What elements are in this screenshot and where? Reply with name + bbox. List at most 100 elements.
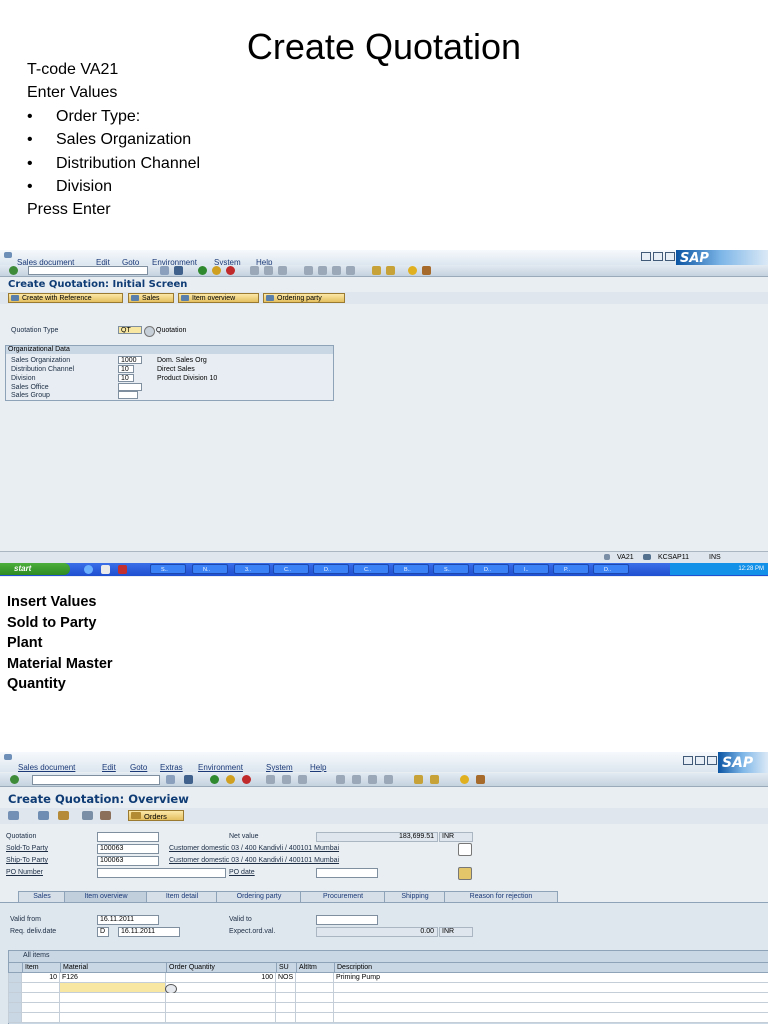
row-selector[interactable] bbox=[8, 983, 21, 992]
partner-details-icon[interactable] bbox=[458, 843, 472, 856]
row-selector[interactable] bbox=[8, 973, 21, 982]
find-icon[interactable] bbox=[264, 266, 273, 275]
back-arrow-icon[interactable] bbox=[166, 775, 175, 784]
cancel-icon[interactable] bbox=[226, 266, 235, 275]
back-icon[interactable] bbox=[198, 266, 207, 275]
table-row[interactable]: 10 F126 100 NOS Priming Pump bbox=[8, 973, 768, 983]
print-icon[interactable] bbox=[266, 775, 275, 784]
search-help-icon[interactable] bbox=[144, 326, 155, 337]
cell-altitm[interactable] bbox=[295, 1013, 333, 1022]
sales-button[interactable]: Sales bbox=[128, 293, 174, 303]
next-page-icon[interactable] bbox=[332, 266, 341, 275]
header-icon[interactable] bbox=[38, 811, 49, 820]
previous-page-icon[interactable] bbox=[318, 266, 327, 275]
next-page-icon[interactable] bbox=[368, 775, 377, 784]
menu-edit[interactable]: Edit bbox=[102, 763, 116, 772]
taskbar-task[interactable]: B.. bbox=[393, 564, 429, 574]
column-header-description[interactable]: Description bbox=[334, 963, 457, 972]
column-header-order-quantity[interactable]: Order Quantity bbox=[166, 963, 279, 972]
cell-su[interactable] bbox=[275, 983, 295, 992]
create-session-icon[interactable] bbox=[372, 266, 381, 275]
orders-button[interactable]: Orders bbox=[128, 810, 184, 821]
division-field[interactable]: 10 bbox=[118, 374, 134, 382]
table-row[interactable] bbox=[8, 993, 768, 1003]
cell-material[interactable] bbox=[59, 1013, 165, 1022]
cell-altitm[interactable] bbox=[295, 983, 333, 992]
req-deliv-type-field[interactable]: D bbox=[97, 927, 109, 937]
help-icon[interactable] bbox=[408, 266, 417, 275]
taskbar-task[interactable]: C.. bbox=[353, 564, 389, 574]
cell-material[interactable] bbox=[59, 993, 165, 1002]
row-selector[interactable] bbox=[8, 1013, 21, 1022]
sales-office-field[interactable] bbox=[118, 383, 142, 391]
row-selector[interactable] bbox=[8, 993, 21, 1002]
column-header-item[interactable]: Item bbox=[22, 963, 63, 972]
back-arrow-icon[interactable] bbox=[160, 266, 169, 275]
close-icon[interactable] bbox=[707, 756, 717, 765]
ship-to-party-field[interactable]: 100063 bbox=[97, 856, 159, 866]
cell-item[interactable] bbox=[21, 1013, 59, 1022]
cell-item[interactable]: 10 bbox=[21, 973, 59, 982]
table-row[interactable] bbox=[8, 1003, 768, 1013]
menu-system[interactable]: System bbox=[266, 763, 293, 772]
command-field[interactable] bbox=[32, 775, 160, 785]
maximize-icon[interactable] bbox=[695, 756, 705, 765]
sales-organization-field[interactable]: 1000 bbox=[118, 356, 142, 364]
status-overview-icon[interactable] bbox=[100, 811, 111, 820]
valid-from-field[interactable]: 16.11.2011 bbox=[97, 915, 159, 925]
shortcut-icon[interactable] bbox=[386, 266, 395, 275]
header-output-icon[interactable] bbox=[58, 811, 69, 820]
find-next-icon[interactable] bbox=[278, 266, 287, 275]
window-menu-icon[interactable] bbox=[4, 252, 12, 258]
cancel-icon[interactable] bbox=[242, 775, 251, 784]
create-with-reference-button[interactable]: Create with Reference bbox=[8, 293, 123, 303]
taskbar-task[interactable]: D.. bbox=[313, 564, 349, 574]
menu-sales-document[interactable]: Sales document bbox=[18, 763, 75, 772]
valid-to-field[interactable] bbox=[316, 915, 378, 925]
menu-extras[interactable]: Extras bbox=[160, 763, 183, 772]
exit-icon[interactable] bbox=[212, 266, 221, 275]
quotation-type-field[interactable]: QT bbox=[118, 326, 142, 334]
cell-order-quantity[interactable]: 100 bbox=[165, 973, 275, 982]
table-row[interactable] bbox=[8, 983, 768, 993]
enter-icon[interactable] bbox=[9, 266, 18, 275]
shortcut-icon[interactable] bbox=[430, 775, 439, 784]
close-icon[interactable] bbox=[665, 252, 675, 261]
save-icon[interactable] bbox=[174, 266, 183, 275]
ordering-party-button[interactable]: Ordering party bbox=[263, 293, 345, 303]
find-next-icon[interactable] bbox=[298, 775, 307, 784]
browser-icon[interactable] bbox=[84, 565, 93, 574]
sold-to-party-field[interactable]: 100063 bbox=[97, 844, 159, 854]
cell-order-quantity[interactable] bbox=[165, 1013, 275, 1022]
taskbar-task[interactable]: C.. bbox=[273, 564, 309, 574]
start-button[interactable]: start bbox=[0, 563, 70, 575]
cell-description[interactable] bbox=[333, 1013, 768, 1022]
minimize-icon[interactable] bbox=[641, 252, 651, 261]
cell-material[interactable]: F126 bbox=[59, 973, 165, 982]
cell-order-quantity[interactable] bbox=[165, 983, 275, 992]
taskbar-task[interactable]: P.. bbox=[553, 564, 589, 574]
layout-menu-icon[interactable] bbox=[476, 775, 485, 784]
first-page-icon[interactable] bbox=[336, 775, 345, 784]
taskbar-task[interactable]: 3.. bbox=[234, 564, 270, 574]
layout-menu-icon[interactable] bbox=[422, 266, 431, 275]
first-page-icon[interactable] bbox=[304, 266, 313, 275]
window-menu-icon[interactable] bbox=[4, 754, 12, 760]
req-deliv-date-field[interactable]: 16.11.2011 bbox=[118, 927, 180, 937]
previous-page-icon[interactable] bbox=[352, 775, 361, 784]
cell-altitm[interactable] bbox=[295, 1003, 333, 1012]
create-session-icon[interactable] bbox=[414, 775, 423, 784]
cell-description[interactable] bbox=[333, 983, 768, 992]
cell-description[interactable]: Priming Pump bbox=[333, 973, 768, 982]
display-document-icon[interactable] bbox=[8, 811, 19, 820]
menu-environment[interactable]: Environment bbox=[198, 763, 243, 772]
enter-icon[interactable] bbox=[10, 775, 19, 784]
desktop-icon[interactable] bbox=[101, 565, 110, 574]
cell-description[interactable] bbox=[333, 993, 768, 1002]
cell-altitm[interactable] bbox=[295, 993, 333, 1002]
save-icon[interactable] bbox=[184, 775, 193, 784]
cell-order-quantity[interactable] bbox=[165, 1003, 275, 1012]
taskbar-task[interactable]: N.. bbox=[192, 564, 228, 574]
cell-su[interactable] bbox=[275, 993, 295, 1002]
help-icon[interactable] bbox=[460, 775, 469, 784]
